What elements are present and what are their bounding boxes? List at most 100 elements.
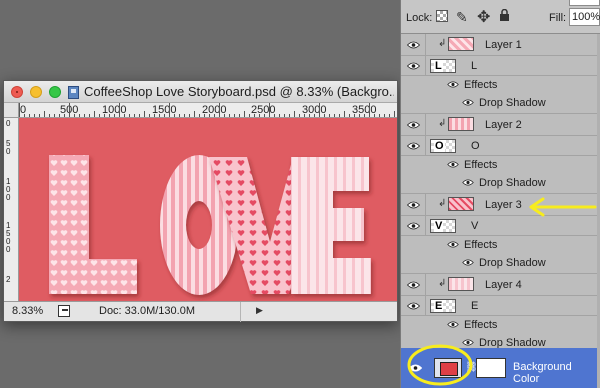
fill-field[interactable]: 100% (569, 8, 600, 26)
layer-row-layer-4[interactable]: ↲ Layer 4 (401, 274, 600, 296)
layer-row-o[interactable]: O O (401, 136, 600, 156)
effects-label[interactable]: Effects (464, 319, 497, 331)
layer-name[interactable]: O (471, 140, 480, 152)
eye-icon[interactable] (407, 41, 420, 49)
layer-name[interactable]: Layer 4 (485, 279, 522, 291)
drop-shadow-row[interactable]: Drop Shadow (401, 94, 600, 114)
text-layer-thumbnail[interactable]: O (430, 139, 456, 153)
ruler-tick (264, 114, 265, 117)
eye-icon[interactable] (447, 81, 459, 88)
ruler-tick (204, 114, 205, 117)
drop-shadow-row[interactable]: Drop Shadow (401, 254, 600, 274)
layer-row-l[interactable]: L L (401, 56, 600, 76)
ruler-tick (229, 114, 230, 117)
drop-shadow-label[interactable]: Drop Shadow (479, 257, 546, 269)
eye-icon[interactable] (447, 321, 459, 328)
ruler-tick (179, 114, 180, 117)
eye-icon[interactable] (462, 179, 474, 186)
ruler-tick (99, 114, 100, 117)
lock-icon[interactable] (499, 9, 510, 21)
opacity-field[interactable] (569, 0, 600, 6)
ruler-origin[interactable] (4, 103, 19, 118)
zoom-window-button[interactable] (49, 86, 61, 98)
eye-icon[interactable] (407, 222, 420, 230)
move-icon[interactable]: ✥ (477, 7, 490, 27)
visibility-column (425, 216, 426, 235)
clip-arrow-icon: ↲ (438, 198, 447, 209)
status-bar: 8.33% Doc: 33.0M/130.0M ▶ (4, 301, 397, 322)
ruler-tick (119, 103, 120, 117)
ruler-tick (159, 114, 160, 117)
eye-icon[interactable] (407, 201, 420, 209)
eye-icon[interactable] (447, 161, 459, 168)
ruler-tick (379, 114, 380, 117)
layer-name[interactable]: Layer 3 (485, 199, 522, 211)
layer-name[interactable]: Layer 1 (485, 39, 522, 51)
text-layer-thumbnail[interactable]: V (430, 219, 456, 233)
effects-row[interactable]: Effects (401, 76, 600, 94)
ruler-tick (114, 114, 115, 117)
layer-thumbnail[interactable] (448, 197, 474, 211)
ruler-tick (129, 114, 130, 117)
effects-label[interactable]: Effects (464, 79, 497, 91)
ruler-tick (49, 114, 50, 117)
visibility-column (425, 194, 426, 215)
layer-name[interactable]: E (471, 300, 478, 312)
layer-row-e[interactable]: E E (401, 296, 600, 316)
layer-thumbnail[interactable] (448, 117, 474, 131)
eye-icon[interactable] (407, 142, 420, 150)
ruler-tick (284, 114, 285, 117)
close-window-button[interactable] (11, 86, 23, 98)
title-bar[interactable]: CoffeeShop Love Storyboard.psd @ 8.33% (… (4, 81, 397, 103)
document-canvas[interactable] (19, 118, 397, 302)
ruler-tick (104, 114, 105, 117)
layer-mask-thumbnail[interactable] (476, 358, 506, 378)
vertical-ruler[interactable]: 0 5 0 1 0 0 1 5 0 0 2 (4, 118, 19, 302)
layer-name[interactable]: V (471, 220, 478, 232)
ruler-tick (374, 114, 375, 117)
text-layer-thumbnail[interactable]: L (430, 59, 456, 73)
lock-bar: Lock: ✎ ✥ Fill: 100% (401, 0, 600, 34)
visibility-column (425, 274, 426, 295)
eye-icon[interactable] (407, 302, 420, 310)
eye-icon[interactable] (407, 62, 420, 70)
ruler-tick (349, 114, 350, 117)
layer-thumbnail[interactable] (448, 277, 474, 291)
layer-row-layer-1[interactable]: ↲ Layer 1 (401, 34, 600, 56)
layer-row-layer-2[interactable]: ↲ Layer 2 (401, 114, 600, 136)
fill-label: Fill: (549, 12, 567, 24)
ruler-tick (164, 114, 165, 117)
text-layer-thumbnail[interactable]: E (430, 299, 456, 313)
effects-row[interactable]: Effects (401, 236, 600, 254)
export-icon[interactable] (58, 305, 70, 317)
horizontal-ruler[interactable]: 0 500 1000 1500 2000 2500 3000 3500 (19, 103, 397, 118)
drop-shadow-label[interactable]: Drop Shadow (479, 177, 546, 189)
ruler-tick (329, 114, 330, 117)
brush-icon[interactable]: ✎ (456, 9, 468, 26)
eye-icon[interactable] (462, 259, 474, 266)
ruler-tick (369, 103, 370, 117)
drop-shadow-row[interactable]: Drop Shadow (401, 174, 600, 194)
effects-label[interactable]: Effects (464, 239, 497, 251)
layer-name[interactable]: Background Color (513, 361, 600, 385)
minimize-window-button[interactable] (30, 86, 42, 98)
eye-icon[interactable] (407, 121, 420, 129)
layer-thumbnail[interactable] (448, 37, 474, 51)
drop-shadow-label[interactable]: Drop Shadow (479, 97, 546, 109)
eye-icon[interactable] (407, 281, 420, 289)
ruler-tick (314, 114, 315, 117)
ruler-tick (59, 114, 60, 117)
eye-icon[interactable] (447, 241, 459, 248)
effects-row[interactable]: Effects (401, 316, 600, 334)
effects-label[interactable]: Effects (464, 159, 497, 171)
effects-row[interactable]: Effects (401, 156, 600, 174)
layer-name[interactable]: Layer 2 (485, 119, 522, 131)
zoom-level[interactable]: 8.33% (12, 305, 43, 317)
status-menu-arrow-icon[interactable]: ▶ (256, 305, 263, 316)
ruler-tick (89, 114, 90, 117)
eye-icon[interactable] (462, 99, 474, 106)
document-size: Doc: 33.0M/130.0M (99, 305, 195, 317)
layer-name[interactable]: L (471, 60, 477, 72)
lock-transparency-icon[interactable] (436, 10, 448, 22)
visibility-column (425, 34, 426, 55)
